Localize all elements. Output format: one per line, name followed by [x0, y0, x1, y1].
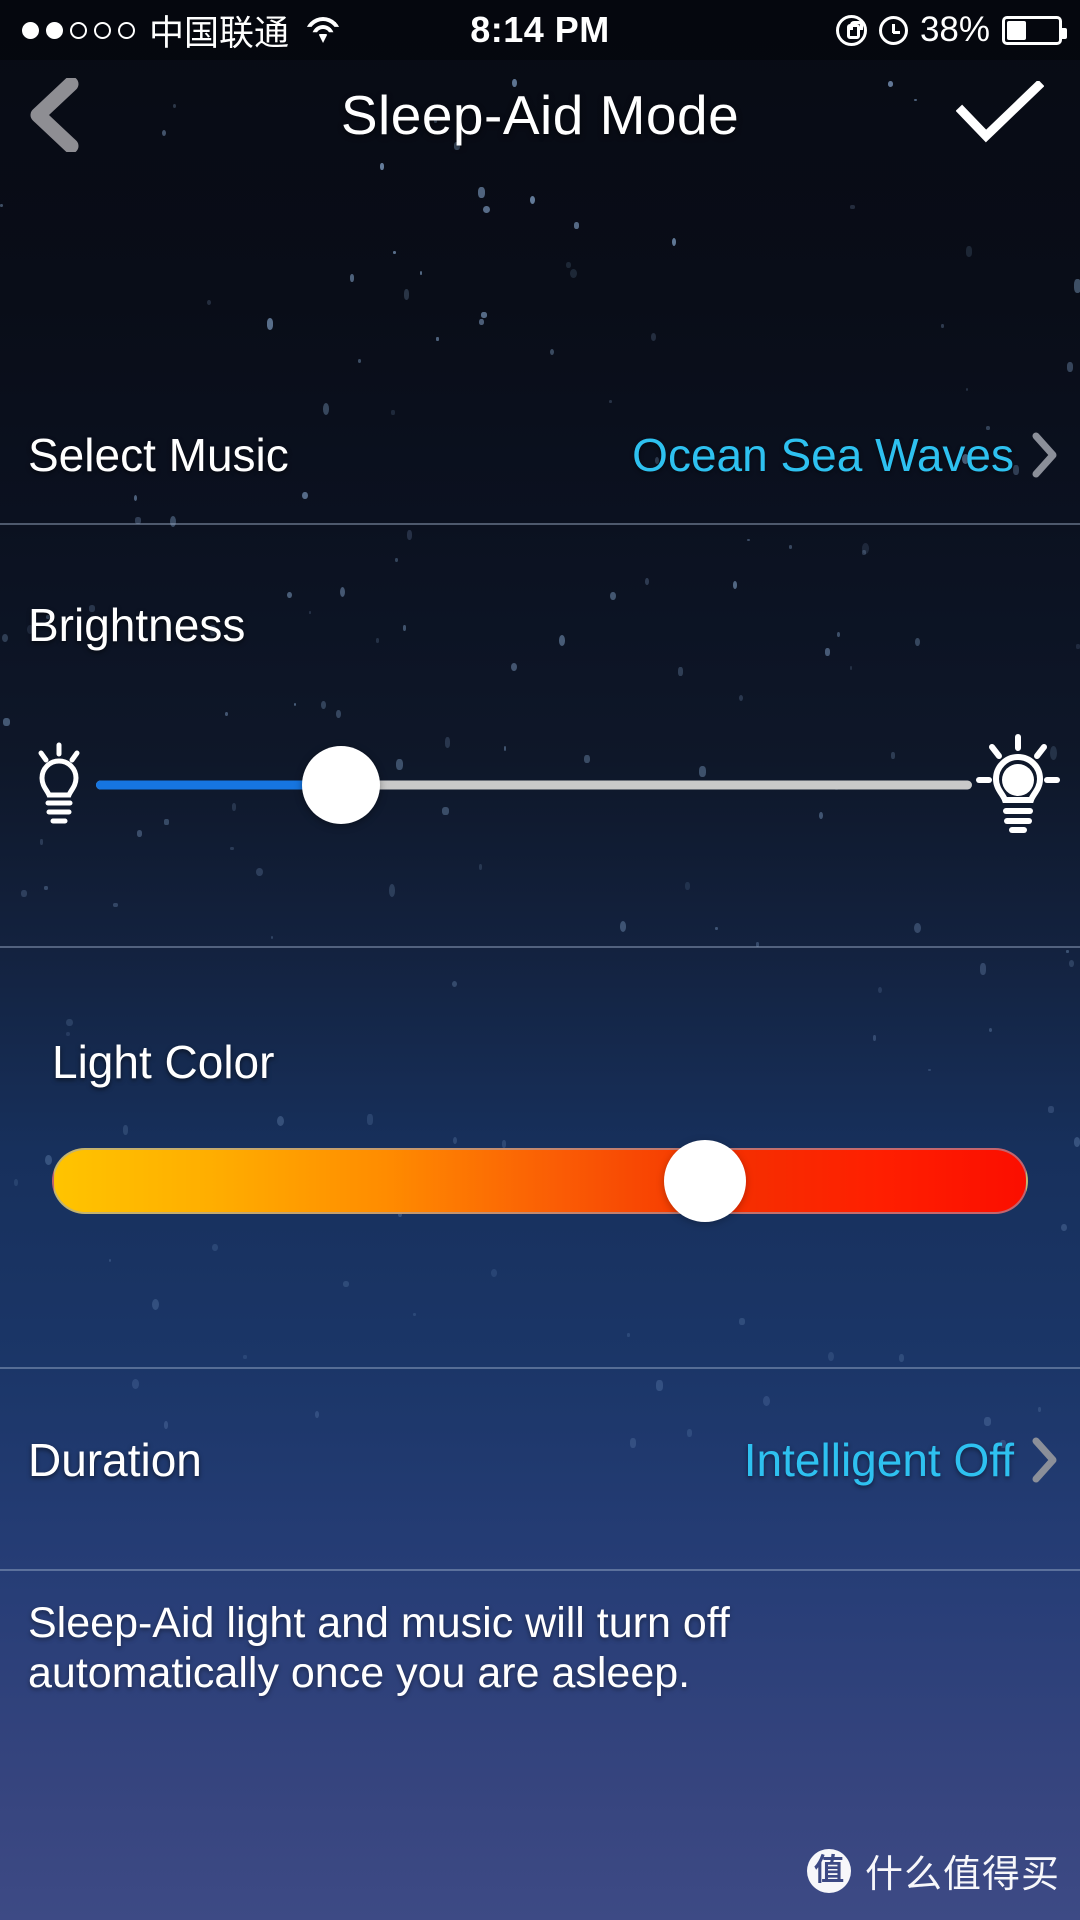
navigation-bar: Sleep-Aid Mode — [0, 60, 1080, 170]
battery-icon — [1002, 15, 1067, 45]
brightness-slider[interactable] — [96, 725, 972, 845]
chevron-right-icon — [1032, 432, 1058, 478]
select-music-label: Select Music — [28, 429, 289, 481]
select-music-row[interactable]: Select Music Ocean Sea Waves — [0, 400, 1080, 510]
brightness-label: Brightness — [28, 599, 246, 651]
watermark: 值 什么值得买 — [806, 1843, 1060, 1898]
battery-percent: 38% — [919, 10, 990, 49]
brightness-slider-row[interactable] — [0, 725, 1080, 845]
checkmark-icon — [955, 79, 1045, 150]
divider-after-duration — [0, 1569, 1080, 1571]
status-bar-right: 38% — [835, 10, 1067, 50]
divider-after-light-color — [0, 1367, 1080, 1369]
light-color-thumb[interactable] — [664, 1140, 747, 1222]
light-color-slider[interactable] — [52, 1140, 1028, 1222]
page-title: Sleep-Aid Mode — [340, 84, 740, 146]
chevron-right-icon — [1032, 1437, 1058, 1483]
alarm-clock-icon — [878, 15, 908, 45]
duration-value: Intelligent Off — [743, 1434, 1014, 1486]
description-text: Sleep-Aid light and music will turn off … — [28, 1599, 730, 1698]
light-color-label: Light Color — [52, 1036, 275, 1088]
duration-label: Duration — [28, 1434, 202, 1486]
rotation-lock-icon — [835, 14, 867, 46]
confirm-button[interactable] — [940, 60, 1060, 170]
watermark-text: 什么值得买 — [864, 1854, 1060, 1896]
app-screen: 中国联通 8:14 PM 38% Sleep-Aid Mode Select M… — [0, 0, 1080, 1920]
duration-row[interactable]: Duration Intelligent Off — [0, 1405, 1080, 1515]
status-bar: 中国联通 8:14 PM 38% — [0, 0, 1080, 60]
divider-after-music — [0, 523, 1080, 525]
watermark-logo-icon: 值 — [806, 1848, 851, 1893]
brightness-thumb[interactable] — [302, 746, 381, 824]
select-music-value: Ocean Sea Waves — [632, 429, 1014, 481]
divider-after-brightness — [0, 946, 1080, 948]
bright-bulb-icon — [972, 733, 1064, 837]
dim-bulb-icon — [22, 739, 96, 831]
